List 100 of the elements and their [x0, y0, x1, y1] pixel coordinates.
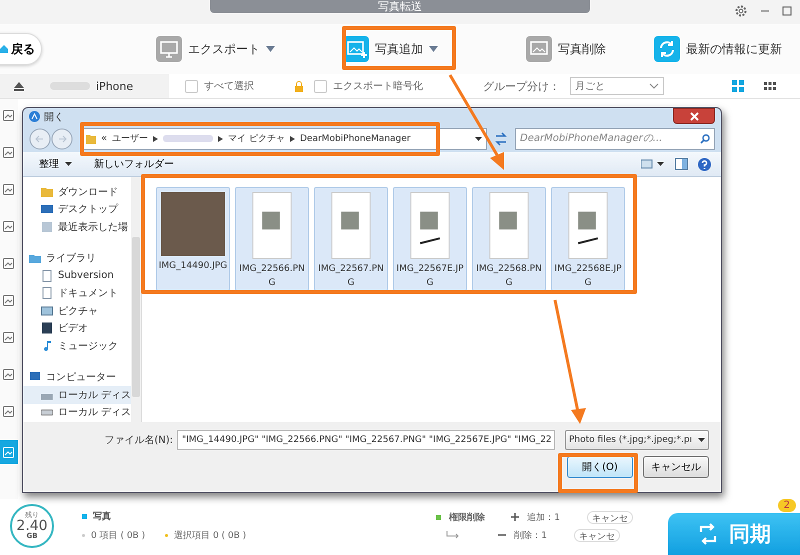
encrypt-checkbox[interactable]: エクスポート暗号化 [314, 79, 423, 93]
dialog-title: 開く [44, 110, 64, 124]
app-icon [29, 111, 40, 122]
image-icon [3, 258, 14, 268]
file-name: IMG_22566.PNG [238, 263, 306, 290]
category-label: 写真 [93, 510, 111, 523]
view-toggle-icon[interactable] [764, 80, 776, 92]
nav-item[interactable]: ドキュメント [23, 284, 131, 302]
settings-icon[interactable] [734, 4, 748, 18]
caret-icon [475, 136, 482, 140]
search-icon [700, 134, 710, 144]
caret-icon [429, 46, 438, 52]
photo-placeholder [161, 192, 225, 256]
chevron-down-icon [649, 83, 659, 89]
command-button[interactable]: 新しいフォルダー [88, 155, 180, 173]
cancel-button[interactable]: キャンセ [587, 510, 634, 524]
count-badge: 2 [778, 499, 796, 512]
nav-item[interactable]: ミュージック [23, 337, 131, 354]
path-segment[interactable]: ユーザー [112, 132, 148, 145]
path-segment[interactable]: マイ ピクチャ [228, 132, 285, 145]
legend-square-icon [82, 514, 87, 519]
file-tile[interactable]: IMG_22567.PNG [314, 187, 388, 291]
cancel-button[interactable]: キャンセ [574, 528, 620, 542]
picture-icon [41, 304, 53, 317]
screenshot-thumbnail-drawing [252, 192, 292, 259]
sidebar-item[interactable] [0, 440, 18, 464]
nav-item[interactable]: ダウンロード [23, 183, 131, 200]
refresh-icon[interactable] [493, 130, 509, 148]
file-tile[interactable]: IMG_22567E.JPG [393, 187, 467, 291]
close-button[interactable] [673, 108, 715, 124]
nav-item[interactable]: Subversion [23, 267, 131, 284]
add-count: 追加：1 [527, 512, 561, 524]
view-options-icon[interactable] [641, 159, 665, 169]
image-icon [3, 146, 14, 158]
file-tile[interactable]: IMG_22568.PNG [472, 187, 546, 291]
dot-icon [82, 534, 85, 537]
lock-icon [294, 80, 304, 92]
image-icon [3, 406, 14, 416]
item-count: 0 項目 ( 0B ) [91, 530, 146, 542]
selected-count: 選択項目 0 ( 0B ) [174, 530, 246, 542]
folder-icon [86, 133, 96, 144]
address-bar[interactable]: « ユーザー マイ ピクチャ DearMobiPhoneManager [81, 128, 487, 150]
nav-item[interactable]: ビデオ [23, 320, 131, 337]
screenshot-thumbnail-drawing [568, 192, 608, 259]
image-icon [526, 36, 552, 62]
nav-item[interactable]: ローカル ディス [23, 404, 131, 421]
file-tile[interactable]: IMG_14490.JPG [156, 187, 230, 291]
file-tile[interactable]: IMG_22568E.JPG [551, 187, 625, 291]
monitor-icon [156, 36, 182, 62]
file-tile[interactable]: IMG_22566.PNG [235, 187, 309, 291]
image-icon [3, 294, 14, 306]
storage-value: 2.40 [16, 519, 48, 533]
dot-icon [165, 534, 168, 537]
preview-pane-icon[interactable] [675, 158, 688, 170]
nav-item[interactable]: デスクトップ [23, 200, 131, 218]
view-toggle-icon[interactable] [732, 80, 744, 92]
group-label: グループ分け： [483, 78, 560, 94]
music-note-icon [41, 340, 53, 352]
file-name: IMG_22568.PNG [475, 263, 543, 290]
toolbar-button[interactable]: 最新の情報に更新 [640, 30, 796, 68]
screenshot-thumbnail-drawing [331, 192, 371, 259]
window-title: 写真転送 [210, 0, 590, 13]
select-all-checkbox[interactable]: すべて選択 [185, 79, 254, 93]
search-field[interactable]: DearMobiPhoneManagerの... [515, 128, 715, 150]
group-select[interactable]: 月ごと [570, 77, 664, 95]
folder-icon [41, 186, 53, 198]
library-folder-icon [29, 252, 41, 264]
home-icon [0, 44, 9, 54]
open-button[interactable]: 開く(O) [567, 456, 633, 478]
path-segment[interactable]: DearMobiPhoneManager [300, 134, 410, 144]
back-button[interactable]: 戻る [0, 33, 42, 65]
image-icon [3, 220, 14, 232]
eject-icon[interactable] [14, 82, 24, 90]
file-type-select[interactable]: Photo files (*.jpg;*.jpeg;*.pı [565, 430, 709, 450]
chevron-right-icon [218, 136, 224, 142]
legend-square-icon [436, 514, 442, 520]
command-button[interactable]: 整理 [33, 155, 78, 173]
overflow-chevron[interactable]: « [101, 133, 108, 144]
help-icon[interactable] [698, 158, 711, 170]
cancel-button[interactable]: キャンセル [643, 456, 709, 478]
caret-icon [266, 46, 275, 52]
image-icon [3, 368, 14, 380]
refresh-icon [654, 36, 680, 62]
nav-item[interactable]: コンピューター [23, 368, 131, 386]
file-name: IMG_22568E.JPG [553, 263, 623, 290]
desktop-icon [41, 203, 53, 216]
document-icon [41, 287, 53, 300]
nav-item[interactable]: ピクチャ [23, 302, 131, 320]
toolbar-button[interactable]: 写真追加 [329, 30, 452, 68]
image-icon [3, 332, 14, 342]
nav-item[interactable]: ライブラリ [23, 250, 131, 267]
device-name: iPhone [96, 80, 134, 92]
scrollbar[interactable] [131, 177, 141, 422]
maximize-icon[interactable] [782, 6, 792, 16]
nav-item[interactable]: 最近表示した場 [23, 218, 131, 236]
return-arrow-icon [446, 531, 460, 539]
nav-item[interactable]: ローカル ディス [23, 386, 131, 404]
file-name: IMG_14490.JPG [158, 260, 228, 273]
close-icon [690, 112, 698, 120]
filename-field[interactable]: "IMG_14490.JPG" "IMG_22566.PNG" "IMG_22567.PNG" "IMG_22567E.JPG" "IMG_22 [177, 430, 555, 450]
